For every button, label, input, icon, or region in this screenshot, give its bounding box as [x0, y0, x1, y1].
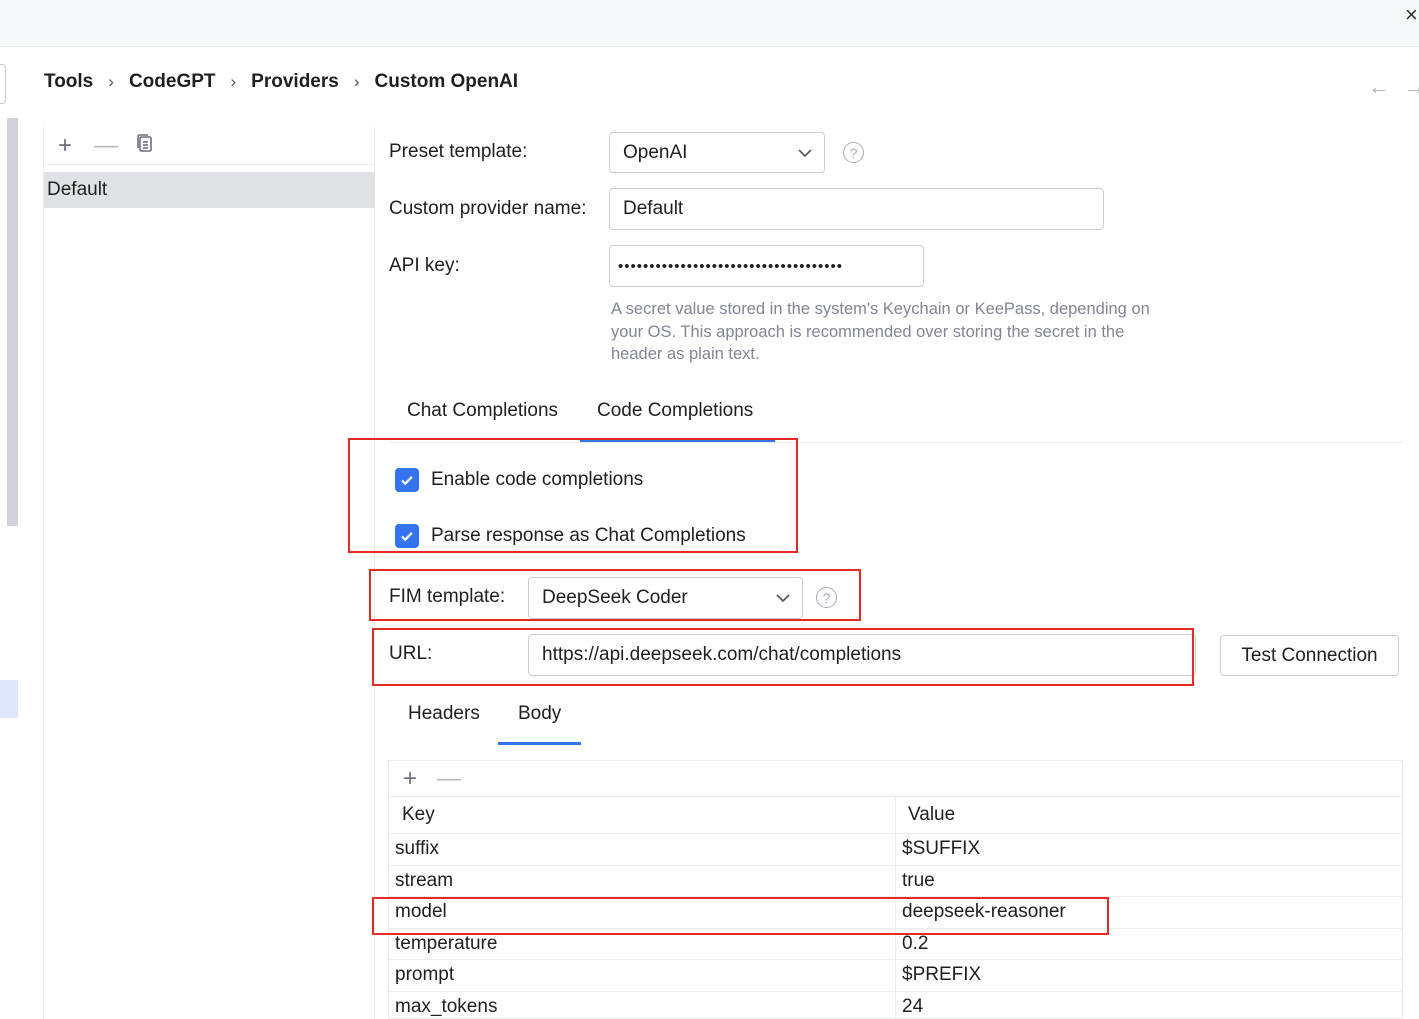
window-top-bar: [0, 0, 1419, 47]
back-arrow-icon[interactable]: ←: [1368, 74, 1404, 99]
sidebar-selected-item-edge[interactable]: [0, 680, 18, 718]
column-header-value[interactable]: Value: [896, 797, 955, 833]
api-key-input[interactable]: ••••••••••••••••••••••••••••••••••••: [609, 245, 924, 287]
preset-template-label: Preset template:: [389, 141, 528, 162]
provider-name-value: Default: [623, 198, 684, 219]
highlight-box-fim-template: [369, 569, 861, 621]
list-item-label: Default: [47, 179, 108, 200]
test-connection-button[interactable]: Test Connection: [1220, 635, 1399, 676]
help-icon[interactable]: ?: [843, 142, 864, 163]
tab-headers[interactable]: Headers: [408, 703, 480, 725]
highlight-box-checkboxes: [348, 438, 798, 553]
chevron-down-icon: [798, 145, 812, 161]
navigation-arrows: ←→: [1368, 74, 1419, 100]
highlight-box-url: [372, 628, 1194, 686]
tab-chat-completions[interactable]: Chat Completions: [407, 400, 558, 422]
row-value[interactable]: true: [896, 866, 935, 897]
breadcrumb-item-tools[interactable]: Tools: [44, 71, 93, 93]
breadcrumb-item-custom-openai: Custom OpenAI: [374, 71, 519, 92]
add-icon[interactable]: +: [399, 766, 421, 791]
copy-icon[interactable]: [134, 133, 156, 158]
tab-body[interactable]: Body: [518, 703, 561, 725]
table-row[interactable]: prompt $PREFIX: [389, 960, 1402, 992]
providers-list-toolbar: + —: [44, 127, 375, 165]
remove-icon[interactable]: —: [94, 133, 118, 158]
row-value[interactable]: 24: [896, 992, 923, 1019]
chevron-right-icon: ›: [108, 72, 114, 91]
table-row[interactable]: stream true: [389, 865, 1402, 897]
breadcrumb-item-providers[interactable]: Providers: [251, 71, 339, 93]
api-key-value: ••••••••••••••••••••••••••••••••••••: [618, 257, 844, 275]
table-row[interactable]: suffix $SUFFIX: [389, 834, 1402, 866]
sidebar-scrollbar[interactable]: [4, 118, 18, 526]
row-key[interactable]: suffix: [389, 834, 896, 865]
providers-list-panel: + — Default: [43, 127, 375, 1019]
highlight-box-model-row: [372, 897, 1109, 935]
row-key[interactable]: prompt: [389, 960, 896, 991]
close-icon[interactable]: ×: [1405, 2, 1418, 28]
provider-name-input[interactable]: Default: [609, 188, 1104, 230]
forward-arrow-icon[interactable]: →: [1404, 74, 1419, 99]
remove-icon[interactable]: —: [437, 766, 461, 791]
table-header: Key Value: [389, 797, 1402, 834]
active-subtab-indicator: [498, 742, 581, 745]
provider-name-label: Custom provider name:: [389, 198, 587, 219]
add-icon[interactable]: +: [54, 133, 76, 158]
table-row[interactable]: max_tokens 24: [389, 991, 1402, 1019]
row-value[interactable]: $SUFFIX: [896, 834, 980, 865]
row-key[interactable]: stream: [389, 865, 896, 896]
chevron-right-icon: ›: [230, 72, 237, 91]
list-item[interactable]: Default: [44, 172, 375, 208]
row-value[interactable]: $PREFIX: [896, 960, 981, 991]
breadcrumb: Tools › CodeGPT › Providers › Custom Ope…: [44, 69, 518, 95]
table-toolbar: + —: [389, 761, 1402, 797]
preset-template-dropdown[interactable]: OpenAI: [609, 132, 825, 173]
body-params-table: + — Key Value suffix $SUFFIX stream true…: [388, 760, 1403, 1019]
column-header-key[interactable]: Key: [389, 797, 896, 833]
api-key-label: API key:: [389, 255, 460, 276]
row-key[interactable]: max_tokens: [389, 991, 896, 1018]
api-key-hint: A secret value stored in the system's Ke…: [611, 300, 1150, 363]
breadcrumb-item-codegpt[interactable]: CodeGPT: [129, 71, 216, 93]
sidebar-search-field-edge[interactable]: [0, 64, 6, 104]
chevron-right-icon: ›: [353, 72, 360, 91]
tab-code-completions[interactable]: Code Completions: [597, 400, 753, 422]
preset-template-value: OpenAI: [623, 141, 688, 163]
